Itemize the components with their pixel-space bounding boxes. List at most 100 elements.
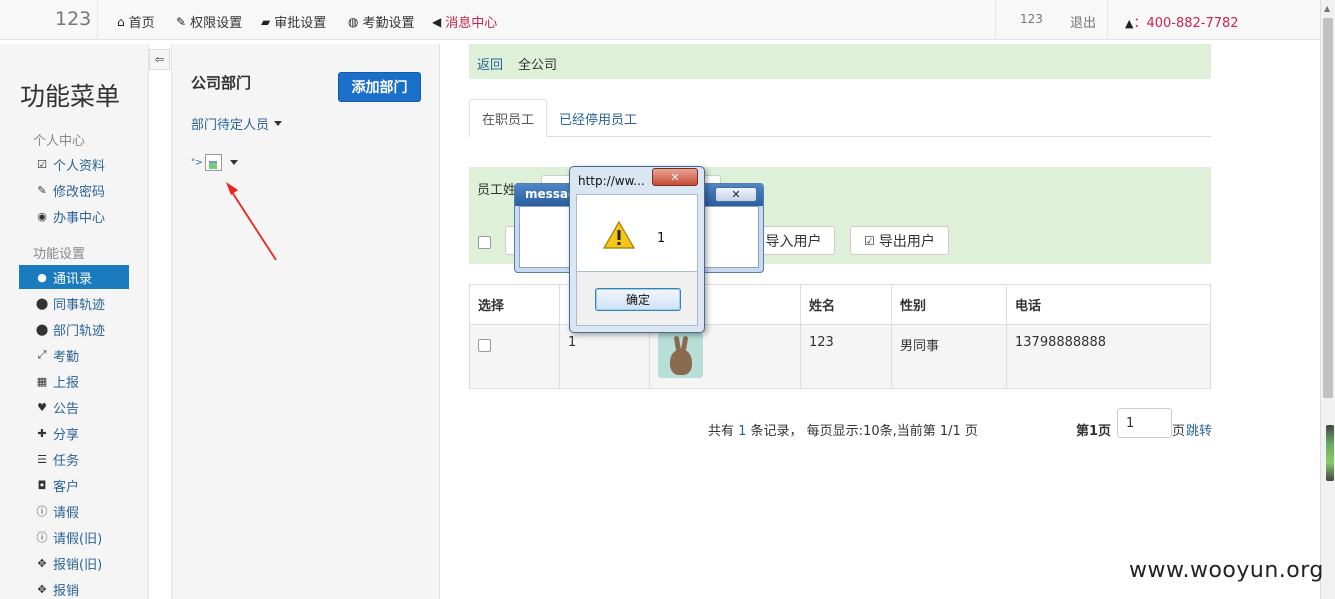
scroll-up-icon[interactable]: ▲	[1324, 4, 1330, 13]
back-link[interactable]: 返回	[477, 54, 503, 73]
sidebar-item-label: 请假	[53, 505, 80, 521]
table-row[interactable]: 1 123 男同事 13798888888	[469, 324, 1211, 389]
sidebar-item-customers[interactable]: ◘ 客户	[19, 473, 129, 497]
bullhorn-icon: ◀	[432, 14, 442, 29]
sidebar-item-label: 请假(旧)	[53, 531, 103, 547]
sidebar-item-profile[interactable]: ☑ 个人资料	[19, 152, 129, 176]
avatar-cell	[649, 324, 801, 389]
sidebar-item-expense-old[interactable]: ✥ 报销(旧)	[19, 551, 129, 575]
pending-staff-label: 部门待定人员	[191, 118, 270, 133]
nav-label: 权限设置	[190, 16, 243, 31]
toggle-sidebar-icon[interactable]: ⇦	[149, 49, 170, 70]
pending-staff-dropdown[interactable]: 部门待定人员	[191, 114, 283, 133]
employee-tabs: 在职员工 已经停用员工	[469, 99, 1211, 137]
info-icon: ⓘ	[36, 531, 48, 544]
department-tree-node[interactable]: ">	[191, 154, 238, 171]
sidebar-item-label: 通讯录	[53, 271, 93, 287]
sidebar-item-leave-old[interactable]: ⓘ 请假(旧)	[19, 525, 129, 549]
phone-prefix: ：	[1133, 16, 1147, 31]
dialog-footer: 确定	[576, 272, 698, 326]
pagination-text: 共有	[708, 424, 739, 439]
pagination-text: 条记录， 每页显示:10条,当前第	[746, 424, 940, 439]
sidebar-item-tasks[interactable]: ☰ 任务	[19, 447, 129, 471]
sidebar-item-change-password[interactable]: ✎ 修改密码	[19, 178, 129, 202]
section-heading: 功能设置	[33, 247, 86, 262]
watermark: www.wooyun.org	[1129, 558, 1324, 583]
nav-approval[interactable]: ▰ 审批设置	[261, 12, 327, 32]
brand-name[interactable]: 123	[55, 8, 91, 30]
export-users-label: 导出用户	[878, 233, 935, 250]
dialog-body: 1	[576, 194, 698, 272]
nav-messages[interactable]: ◀ 消息中心	[432, 12, 497, 32]
tab-disabled-employees[interactable]: 已经停用员工	[547, 99, 649, 137]
nav-attendance[interactable]: ◍ 考勤设置	[348, 12, 415, 32]
sidebar-item-expense[interactable]: ✥ 报销	[19, 577, 129, 599]
ok-button[interactable]: 确定	[595, 288, 681, 311]
sidebar-item-label: 考勤	[53, 349, 80, 365]
breadcrumb: 返回 全公司	[469, 44, 1211, 79]
nav-home[interactable]: ⌂ 首页	[117, 12, 155, 32]
info-icon: ⓘ	[36, 505, 48, 518]
calendar-icon: ▦	[36, 374, 48, 388]
heart-icon: ♥	[37, 400, 47, 414]
export-users-button[interactable]: ☑ 导出用户	[850, 226, 949, 255]
tab-active-employees[interactable]: 在职员工	[469, 99, 548, 137]
camera-icon: ◘	[37, 478, 47, 492]
sidebar-item-colleague-track[interactable]: ⬤ 同事轨迹	[19, 291, 129, 315]
broken-image-icon	[204, 154, 222, 171]
page-scrollbar[interactable]: ▲	[1320, 0, 1335, 599]
jump-page-link[interactable]: 跳转	[1186, 420, 1212, 439]
sidebar-item-label: 上报	[53, 375, 80, 391]
edit-icon: ☑	[864, 233, 875, 248]
navbar-divider	[1107, 0, 1108, 40]
current-user[interactable]: 123	[1020, 12, 1043, 26]
scrollbar-thumb[interactable]	[1323, 18, 1333, 398]
logout-link[interactable]: 退出	[1070, 12, 1096, 31]
sidebar-item-department-track[interactable]: ⬤ 部门轨迹	[19, 317, 129, 341]
gift-icon: ✚	[37, 426, 47, 440]
sidebar-item-label: 报销	[53, 583, 80, 599]
sidebar-item-label: 部门轨迹	[53, 323, 106, 339]
sidebar-item-label: 任务	[53, 453, 80, 469]
add-department-button[interactable]: 添加部门	[338, 72, 421, 102]
sidebar-item-label: 报销(旧)	[53, 557, 103, 573]
section-heading: 个人中心	[33, 134, 86, 149]
sidebar-item-label: 公告	[53, 401, 80, 417]
avatar[interactable]	[658, 333, 703, 378]
department-panel: 公司部门 添加部门 部门待定人员 ">	[171, 44, 440, 599]
check-circle-icon: ◉	[37, 209, 47, 223]
pencil-icon: ✎	[37, 183, 47, 197]
page-number-input[interactable]	[1117, 408, 1172, 438]
sidebar-item-label: 客户	[53, 479, 80, 495]
sidebar-item-label: 办事中心	[53, 210, 106, 226]
folder-open-icon: ▰	[261, 14, 271, 29]
sidebar-item-label: 同事轨迹	[53, 297, 106, 313]
map-marker-icon: ⬤	[35, 296, 49, 310]
side-gadget	[1326, 425, 1334, 481]
caret-down-icon	[274, 121, 283, 126]
sidebar-item-share[interactable]: ✚ 分享	[19, 421, 129, 445]
nav-label: 审批设置	[274, 16, 327, 31]
column-header-name: 姓名	[800, 284, 892, 325]
user-icon: ●	[37, 270, 47, 284]
sidebar-item-contacts[interactable]: ● 通讯录	[19, 265, 129, 289]
move-icon: ✥	[37, 556, 47, 570]
row-select-cell	[469, 324, 560, 389]
nav-permissions[interactable]: ✎ 权限设置	[176, 12, 243, 32]
sidebar-item-service-center[interactable]: ◉ 办事中心	[19, 204, 129, 228]
sidebar-item-announcement[interactable]: ♥ 公告	[19, 395, 129, 419]
select-all-checkbox[interactable]	[478, 236, 491, 249]
pagination-info: 共有 1 条记录， 每页显示:10条,当前第 1/1 页	[708, 420, 978, 439]
injected-text: ">	[191, 157, 203, 168]
import-users-label: 导入用户	[765, 233, 822, 250]
row-checkbox[interactable]	[478, 339, 491, 352]
sidebar-item-report[interactable]: ▦ 上报	[19, 369, 129, 393]
import-users-button[interactable]: 导入用户	[752, 226, 835, 255]
row-cell: 1	[559, 324, 650, 389]
sidebar-item-attendance[interactable]: ⤢ 考勤	[19, 343, 129, 367]
close-icon[interactable]: ✕	[715, 187, 757, 202]
sidebar-item-label: 个人资料	[53, 158, 106, 174]
close-icon[interactable]: ✕	[652, 168, 698, 186]
sidebar-item-leave[interactable]: ⓘ 请假	[19, 499, 129, 523]
alert-dialog[interactable]: http://ww... ✕ 1 确定	[569, 166, 705, 333]
